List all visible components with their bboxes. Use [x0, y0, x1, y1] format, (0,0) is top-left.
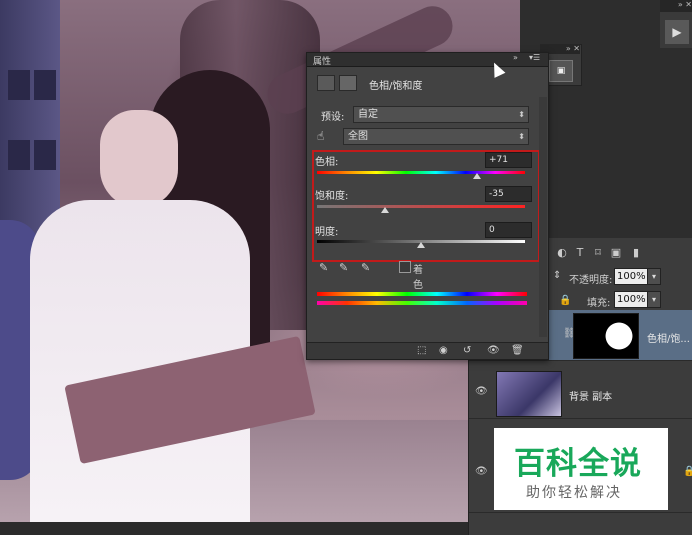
eyedropper-minus-icon[interactable]: ✎ — [361, 261, 370, 274]
layer-name[interactable]: 色相/饱... — [647, 330, 690, 345]
properties-title: 属性 — [313, 57, 332, 67]
type-filter-icon[interactable]: T — [573, 246, 587, 260]
eyedropper-icon[interactable]: ✎ — [319, 261, 328, 274]
opacity-dropdown[interactable]: ▾ — [647, 268, 661, 285]
panel-menu-icon[interactable]: ▾☰ — [529, 53, 540, 62]
adjustment-filter-icon[interactable]: ◐ — [555, 246, 569, 260]
colorize-label: 着色 — [413, 265, 423, 291]
smart-object-filter-icon[interactable]: ▣ — [609, 246, 623, 260]
building-window — [8, 70, 30, 100]
filter-toggle-icon[interactable]: ▮ — [629, 246, 643, 260]
layer-row-background-copy[interactable]: 👁 背景 副本 — [469, 368, 692, 419]
toggle-visibility-icon[interactable]: 👁 — [487, 345, 500, 356]
channel-select[interactable]: 全图 ⬍ — [343, 128, 529, 145]
layer-thumbnail[interactable] — [496, 371, 562, 417]
layer-mask-thumbnail[interactable] — [573, 313, 639, 359]
building-window — [8, 140, 30, 170]
visibility-eye-icon[interactable]: 👁 — [475, 386, 488, 397]
channel-value: 全图 — [348, 131, 368, 142]
collapse-icon[interactable]: » — [513, 53, 518, 62]
mask-icon[interactable] — [339, 75, 357, 91]
panel-icon[interactable]: ▣ — [549, 60, 573, 82]
output-color-spectrum — [317, 301, 527, 305]
visibility-eye-icon[interactable]: 👁 — [475, 466, 488, 477]
properties-bottom-toolbar: ⬚ ◉ ↺ 👁 🗑 — [307, 342, 548, 359]
view-previous-state-icon[interactable]: ◉ — [439, 345, 448, 356]
properties-scrollbar[interactable] — [539, 97, 547, 337]
hue-input[interactable]: +71 — [485, 152, 532, 168]
opacity-input[interactable]: 100% — [614, 268, 650, 285]
layer-lock-icon: 🔒 — [683, 466, 692, 477]
layer-name[interactable]: 背景 副本 — [569, 388, 612, 403]
adjustment-name: 色相/饱和度 — [369, 81, 423, 92]
blend-mode-arrow-icon[interactable]: ⇕ — [553, 270, 561, 281]
watermark: 百科全说 助你轻松解决 — [494, 428, 668, 510]
lock-icon[interactable]: 🔒 — [559, 295, 571, 306]
building-window — [34, 140, 56, 170]
opacity-label: 不透明度: — [569, 275, 613, 286]
targeted-adjustment-hand-icon[interactable]: ☝ — [317, 129, 324, 143]
play-icon[interactable]: ▶ — [665, 20, 689, 44]
lightness-label: 明度: — [315, 227, 339, 238]
lightness-input[interactable]: 0 — [485, 222, 532, 238]
watermark-subtitle: 助你轻松解决 — [526, 485, 622, 501]
chevron-updown-icon: ⬍ — [518, 132, 525, 141]
saturation-slider-thumb[interactable] — [381, 207, 389, 213]
fill-label: 填充: — [587, 298, 611, 309]
hue-slider-track[interactable] — [317, 171, 525, 174]
preset-label: 预设: — [321, 112, 345, 123]
preset-select[interactable]: 自定 ⬍ — [353, 106, 529, 123]
face — [100, 110, 178, 208]
input-color-spectrum — [317, 292, 527, 296]
dock-header: » ✕ — [660, 0, 692, 12]
properties-titlebar[interactable]: 属性 » ▾☰ — [307, 53, 548, 67]
saturation-input[interactable]: -35 — [485, 186, 532, 202]
clip-to-layer-icon[interactable]: ⬚ — [417, 345, 426, 356]
shape-filter-icon[interactable]: ⌑ — [591, 246, 605, 260]
saturation-label: 饱和度: — [315, 191, 349, 202]
chevron-updown-icon: ⬍ — [518, 110, 525, 119]
watermark-title: 百科全说 — [514, 446, 642, 482]
adjustment-type-icon[interactable] — [317, 75, 335, 91]
saturation-slider-track[interactable] — [317, 205, 525, 208]
properties-panel: 属性 » ▾☰ 色相/饱和度 预设: 自定 ⬍ ☝ 全图 ⬍ 色相: +71 饱… — [306, 52, 549, 360]
reset-icon[interactable]: ↺ — [463, 345, 471, 356]
fill-input[interactable]: 100% — [614, 291, 650, 308]
building-window — [34, 70, 56, 100]
hue-slider-thumb[interactable] — [473, 173, 481, 179]
delete-icon[interactable]: 🗑 — [511, 345, 524, 356]
colorize-checkbox[interactable] — [399, 261, 411, 273]
lightness-slider-thumb[interactable] — [417, 242, 425, 248]
preset-value: 自定 — [358, 109, 378, 120]
eyedropper-plus-icon[interactable]: ✎ — [339, 261, 348, 274]
hue-label: 色相: — [315, 157, 339, 168]
fill-dropdown[interactable]: ▾ — [647, 291, 661, 308]
